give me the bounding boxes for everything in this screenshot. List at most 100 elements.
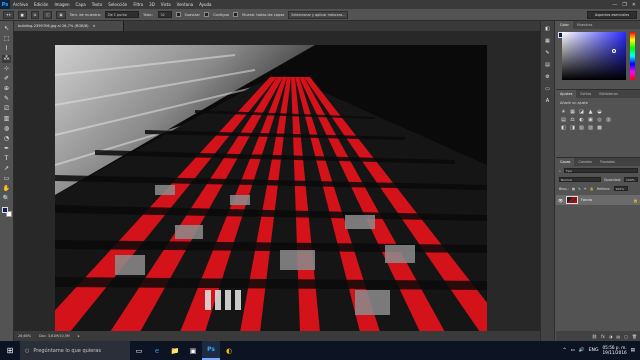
magic-wand-tool-icon[interactable]: ⁂ — [2, 55, 11, 63]
vibrance-icon[interactable]: ◒ — [596, 109, 603, 115]
link-layers-icon[interactable]: ⛓ — [592, 334, 597, 339]
maximize-button[interactable]: ❐ — [622, 2, 626, 8]
close-tab-icon[interactable]: × — [93, 24, 96, 28]
tab-channels[interactable]: Canales — [574, 158, 595, 166]
gradient-tool-icon[interactable]: ◔ — [2, 135, 11, 143]
layer-mask-icon[interactable]: ◑ — [609, 334, 613, 339]
subtract-selection-button[interactable]: ◫ — [43, 10, 53, 19]
move-tool-icon[interactable]: ↖ — [2, 25, 11, 33]
tab-paths[interactable]: Trazados — [596, 158, 619, 166]
lock-position-icon[interactable]: ✛ — [584, 187, 587, 191]
hue-saturation-icon[interactable]: ▤ — [560, 117, 567, 123]
character-panel-icon[interactable]: A — [543, 97, 552, 105]
selective-color-icon[interactable]: ▩ — [596, 125, 603, 131]
paragraph-panel-icon[interactable]: ▭ — [543, 85, 552, 93]
tab-libraries[interactable]: Bibliotecas — [595, 90, 622, 98]
color-lookup-icon[interactable]: ▥ — [605, 117, 612, 123]
crop-tool-icon[interactable]: ⊹ — [2, 65, 11, 73]
type-tool-icon[interactable]: T — [2, 155, 11, 163]
menu-seleccion[interactable]: Selección — [105, 2, 130, 7]
tolerance-input[interactable]: 32 — [157, 11, 172, 18]
eyedropper-tool-icon[interactable]: ✐ — [2, 75, 11, 83]
task-view-icon[interactable]: ▭ — [130, 341, 148, 360]
gradient-map-icon[interactable]: ▨ — [587, 125, 594, 131]
edge-browser-icon[interactable]: e — [148, 341, 166, 360]
menu-archivo[interactable]: Archivo — [10, 2, 31, 7]
select-and-mask-button[interactable]: Seleccionar y aplicar máscara... — [288, 10, 349, 19]
path-selection-tool-icon[interactable]: ↗ — [2, 165, 11, 173]
tab-color[interactable]: Color — [556, 21, 573, 29]
sample-all-layers-checkbox[interactable] — [233, 12, 239, 17]
tab-swatches[interactable]: Muestras — [573, 21, 597, 29]
blend-mode-select[interactable]: Normal — [559, 177, 601, 182]
pen-tool-icon[interactable]: ✒ — [2, 145, 11, 153]
swatches-panel-icon[interactable]: ▦ — [543, 37, 552, 45]
lock-all-icon[interactable]: 🔒 — [590, 187, 594, 191]
properties-panel-icon[interactable]: ▤ — [543, 61, 552, 69]
lock-transparency-icon[interactable]: ▦ — [572, 187, 575, 191]
chrome-icon[interactable]: ◐ — [220, 341, 238, 360]
adjustment-layer-icon[interactable]: ▤ — [616, 334, 620, 339]
menu-vista[interactable]: Vista — [158, 2, 174, 7]
color-balance-icon[interactable]: ⚖ — [569, 117, 576, 123]
notifications-icon[interactable]: ▤ — [631, 348, 635, 353]
rectangle-tool-icon[interactable]: ▭ — [2, 175, 11, 183]
color-picker-marker[interactable] — [612, 49, 616, 53]
tray-overflow-icon[interactable]: ^ — [563, 348, 567, 353]
healing-brush-tool-icon[interactable]: ⊕ — [2, 85, 11, 93]
sample-size-select[interactable]: De 1 punto — [105, 11, 140, 18]
color-picker-field[interactable] — [562, 32, 626, 80]
black-white-icon[interactable]: ◐ — [578, 117, 585, 123]
tab-adjustments[interactable]: Ajustes — [556, 90, 577, 98]
levels-icon[interactable]: ▦ — [569, 109, 576, 115]
layer-kind-select[interactable]: Tipo — [563, 168, 638, 173]
layer-style-icon[interactable]: fx — [601, 334, 605, 339]
photoshop-taskbar-icon[interactable]: Ps — [202, 341, 220, 360]
minimize-button[interactable]: — — [612, 2, 617, 8]
language-indicator[interactable]: ENG — [589, 348, 599, 353]
settings-panel-icon[interactable]: ⚙ — [543, 73, 552, 81]
image-canvas[interactable] — [55, 45, 487, 332]
menu-imagen[interactable]: Imagen — [51, 2, 72, 7]
visibility-eye-icon[interactable]: 👁 — [558, 198, 563, 203]
document-tab[interactable]: building-2399706.jpg al 26,7% (RGB/8) × — [14, 21, 124, 31]
add-selection-button[interactable]: ⧉ — [30, 10, 40, 19]
menu-3d[interactable]: 3D — [146, 2, 158, 7]
menu-capa[interactable]: Capa — [73, 2, 89, 7]
posterize-icon[interactable]: ◨ — [569, 125, 576, 131]
history-brush-tool-icon[interactable]: ▥ — [2, 115, 11, 123]
file-explorer-icon[interactable]: 📁 — [166, 341, 184, 360]
clone-stamp-tool-icon[interactable]: ⎚ — [2, 105, 11, 113]
layer-name[interactable]: Fondo — [581, 198, 592, 202]
delete-layer-icon[interactable]: 🗑 — [632, 334, 637, 339]
store-icon[interactable]: ▣ — [184, 341, 202, 360]
channel-mixer-icon[interactable]: ◎ — [596, 117, 603, 123]
brush-tool-icon[interactable]: ✎ — [2, 95, 11, 103]
clock[interactable]: 05:56 p. m. 19/11/2016 — [603, 345, 627, 355]
menu-texto[interactable]: Texto — [89, 2, 106, 7]
history-panel-icon[interactable]: ◧ — [543, 25, 552, 33]
status-arrow-icon[interactable]: ▸ — [78, 334, 80, 338]
menu-edicion[interactable]: Edición — [31, 2, 51, 7]
color-swatches[interactable] — [1, 207, 12, 217]
menu-filtro[interactable]: Filtro — [130, 2, 146, 7]
menu-ventana[interactable]: Ventana — [174, 2, 196, 7]
volume-icon[interactable]: 🔊 — [579, 348, 585, 353]
photo-filter-icon[interactable]: ▣ — [587, 117, 594, 123]
zoom-level[interactable]: 26,66% — [18, 334, 31, 338]
battery-icon[interactable]: ▭ — [571, 348, 575, 353]
document-info[interactable]: Doc: 3,61M/10,5M — [39, 334, 70, 338]
exposure-icon[interactable]: ▲ — [587, 109, 594, 115]
eraser-tool-icon[interactable]: ◍ — [2, 125, 11, 133]
menu-ayuda[interactable]: Ayuda — [196, 2, 214, 7]
close-button[interactable]: ✕ — [632, 2, 636, 8]
fill-input[interactable]: 100% — [613, 186, 628, 191]
curves-icon[interactable]: ◪ — [578, 109, 585, 115]
start-button[interactable]: ⊞ — [0, 341, 20, 360]
new-layer-icon[interactable]: ▢ — [624, 334, 628, 339]
taskbar-search[interactable]: ○ Pregúntame lo que quieras — [20, 341, 130, 360]
hue-slider[interactable] — [630, 32, 635, 80]
opacity-input[interactable]: 100% — [624, 177, 638, 182]
layer-row-background[interactable]: 👁 Fondo 🔒 — [556, 195, 640, 205]
brightness-icon[interactable]: ☀ — [560, 109, 567, 115]
